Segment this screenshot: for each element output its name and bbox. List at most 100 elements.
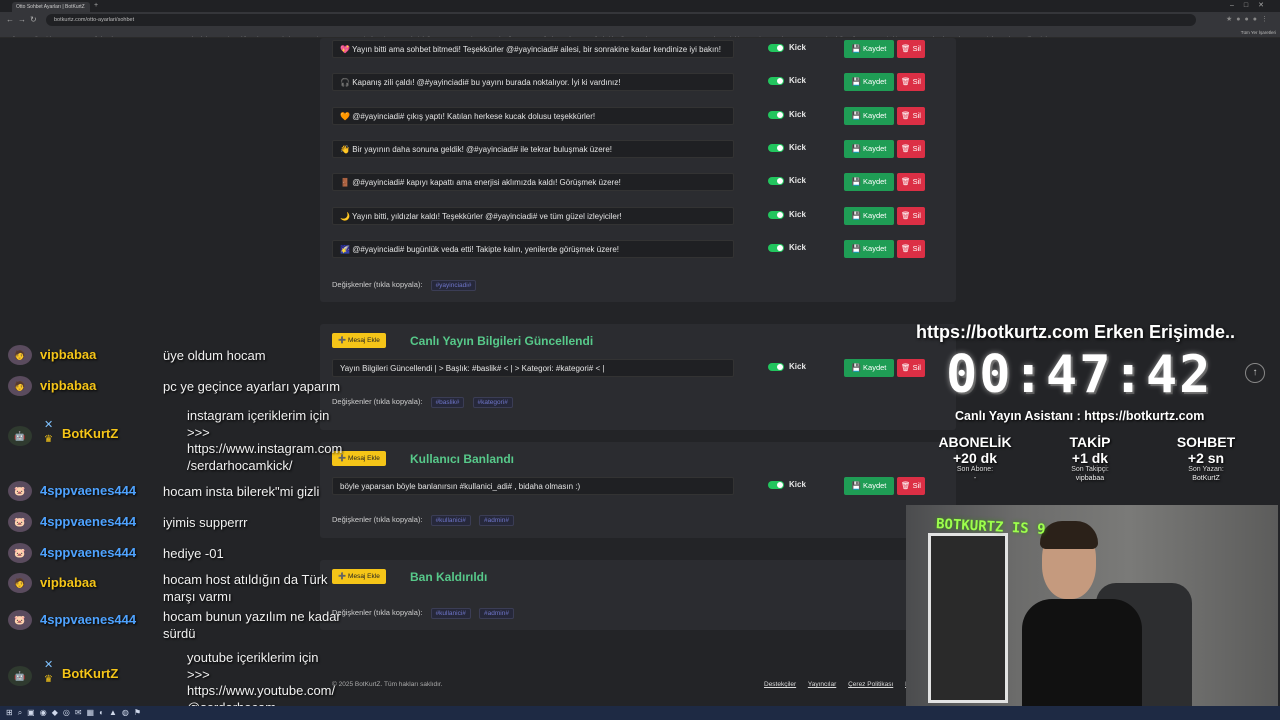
chat-username: 4sppvaenes444: [40, 514, 137, 529]
chat-text-line: https://www.instagram.com: [187, 441, 343, 456]
chat-text: iyimis supperrr: [163, 515, 248, 530]
crown-icon: ♛: [44, 434, 53, 445]
chat-text-line: hocam bunun yazılım ne kadar: [163, 609, 341, 624]
all-bookmarks[interactable]: Tüm Yer İşaretleri: [1241, 30, 1276, 35]
chat-username: vipbabaa: [40, 347, 97, 362]
kick-toggle[interactable]: [768, 44, 784, 52]
kick-label: Kick: [789, 43, 806, 52]
kick-label: Kick: [789, 110, 806, 119]
user-avatar: 🐷: [8, 543, 32, 563]
bot-badge-icon: ✕: [44, 419, 54, 431]
message-input[interactable]: 👋 Bir yayının daha sonuna geldik! @#yayi…: [332, 140, 734, 158]
kick-toggle[interactable]: [768, 481, 784, 489]
chat-text: instagram içeriklerim için >>> https://www…: [187, 408, 342, 474]
variable-chip[interactable]: #baslik#: [430, 397, 465, 408]
message-input[interactable]: Yayın Bilgileri Güncellendi | > Başlık: …: [332, 359, 734, 377]
stat-takip: TAKİP +1 dk Son Takipçi: vipbabaa: [1030, 434, 1150, 482]
save-button[interactable]: 💾 Kaydet: [844, 40, 894, 58]
message-text: Yayın bitti, yıldızlar kaldı! Teşekkürle…: [352, 212, 622, 221]
kick-toggle[interactable]: [768, 144, 784, 152]
scroll-to-top-icon[interactable]: ↑: [1245, 363, 1265, 383]
stat-sub: Son Takipçi:: [1071, 466, 1109, 473]
chat-text: hediye -01: [163, 546, 224, 561]
kick-toggle[interactable]: [768, 211, 784, 219]
chat-username: 4sppvaenes444: [40, 612, 137, 627]
kick-label: Kick: [789, 362, 806, 371]
variable-chip[interactable]: #admin#: [479, 515, 514, 526]
screen: Otto Sohbet Ayarları | BotKurtZ + –□✕ ← …: [0, 0, 1280, 720]
chat-text-line: /serdarhocamkick/: [187, 457, 293, 473]
chat-text: hocam insta bilerek"mi gizli: [163, 484, 320, 499]
variable-chip[interactable]: #yayinciadi#: [430, 280, 477, 291]
save-button[interactable]: 💾 Kaydet: [844, 240, 894, 258]
message-emoji: 🎧: [340, 78, 350, 87]
variable-chip[interactable]: #admin#: [479, 608, 514, 619]
kick-toggle[interactable]: [768, 244, 784, 252]
save-button[interactable]: 💾 Kaydet: [844, 359, 894, 377]
delete-button[interactable]: 🗑 Sil: [897, 240, 925, 258]
footer-links: Destekçiler Yayıncılar Çerez Politikası …: [764, 681, 919, 688]
delete-button[interactable]: 🗑 Sil: [897, 173, 925, 191]
message-input[interactable]: 🧡 @#yayinciadi# çıkış yaptı! Katılan her…: [332, 107, 734, 125]
delete-button[interactable]: 🗑 Sil: [897, 73, 925, 91]
webcam-feed: BOTKURTZ IS 9: [906, 505, 1278, 714]
chat-text-line: marşı varmı: [163, 589, 232, 604]
stat-value: +2 sn: [1187, 450, 1225, 466]
extension-icons[interactable]: ★●●●⋮: [1226, 15, 1272, 23]
chat-username: vipbabaa: [40, 575, 97, 590]
overlay-url-text: https://botkurtz.com Erken Erişimde..: [916, 322, 1236, 342]
webcam-person-hair: [1040, 521, 1098, 549]
variable-chip[interactable]: #kategori#: [472, 397, 513, 408]
save-button[interactable]: 💾 Kaydet: [844, 107, 894, 125]
delete-button[interactable]: 🗑 Sil: [897, 40, 925, 58]
message-row: 🎧 Kapanış zili çaldı! @#yayinciadi# bu y…: [332, 73, 944, 93]
delete-button[interactable]: 🗑 Sil: [897, 207, 925, 225]
message-row: 🧡 @#yayinciadi# çıkış yaptı! Katılan her…: [332, 107, 944, 127]
save-button[interactable]: 💾 Kaydet: [844, 73, 894, 91]
kick-toggle[interactable]: [768, 363, 784, 371]
kick-toggle[interactable]: [768, 111, 784, 119]
footer-link-destekciler[interactable]: Destekçiler: [764, 681, 796, 688]
save-button[interactable]: 💾 Kaydet: [844, 173, 894, 191]
variable-chip[interactable]: #kullanici#: [430, 515, 471, 526]
footer-link-yayincilar[interactable]: Yayıncılar: [808, 681, 836, 688]
kick-toggle[interactable]: [768, 177, 784, 185]
chat-text: üye oldum hocam: [163, 348, 266, 363]
save-button[interactable]: 💾 Kaydet: [844, 207, 894, 225]
back-icon[interactable]: ←: [6, 15, 14, 24]
section-title: Kullanıcı Banlandı: [410, 452, 515, 466]
footer-link-cerez[interactable]: Çerez Politikası: [848, 681, 893, 688]
message-text: @#yayinciadi# bugünlük veda etti! Takipt…: [352, 245, 619, 254]
save-button[interactable]: 💾 Kaydet: [844, 140, 894, 158]
kick-toggle[interactable]: [768, 77, 784, 85]
message-input[interactable]: 💖 Yayın bitti ama sohbet bitmedi! Teşekk…: [332, 40, 734, 58]
message-input[interactable]: 🌙 Yayın bitti, yıldızlar kaldı! Teşekkür…: [332, 207, 734, 225]
forward-icon[interactable]: →: [18, 15, 26, 24]
message-row: Yayın Bilgileri Güncellendi | > Başlık: …: [332, 359, 944, 379]
message-input[interactable]: böyle yaparsan böyle banlanırsın #kullan…: [332, 477, 734, 495]
delete-button[interactable]: 🗑 Sil: [897, 140, 925, 158]
message-input[interactable]: 🚪 @#yayinciadi# kapıyı kapattı ama enerj…: [332, 173, 734, 191]
stream-chat: 🧑 vipbabaa üye oldum hocam 🧑 vipbabaa pc ye g…: [0, 340, 380, 720]
message-text: Kapanış zili çaldı! @#yayinciadi# bu yay…: [352, 78, 621, 87]
taskbar-icons[interactable]: ⊞⌕▣◉◆◎✉▦◐▲◍⚑: [6, 708, 146, 718]
stream-timer: 00:47:42: [946, 345, 1213, 405]
message-input[interactable]: 🌠 @#yayinciadi# bugünlük veda etti! Taki…: [332, 240, 734, 258]
message-row: 👋 Bir yayının daha sonuna geldik! @#yayi…: [332, 140, 944, 160]
url-input[interactable]: botkurtz.com/otto-ayarlari/sohbet: [46, 14, 1196, 26]
message-input[interactable]: 🎧 Kapanış zili çaldı! @#yayinciadi# bu y…: [332, 73, 734, 91]
delete-button[interactable]: 🗑 Sil: [897, 359, 925, 377]
message-emoji: 🚪: [340, 178, 350, 187]
delete-button[interactable]: 🗑 Sil: [897, 107, 925, 125]
chat-username: BotKurtZ: [62, 426, 119, 441]
message-text: Bir yayının daha sonuna geldik! @#yayinc…: [352, 145, 613, 154]
chat-text-line: youtube içeriklerim için: [187, 650, 319, 665]
window-controls[interactable]: –□✕: [1230, 1, 1274, 9]
stat-who: vipbabaa: [1075, 475, 1105, 482]
browser-tab[interactable]: Otto Sohbet Ayarları | BotKurtZ: [12, 2, 90, 12]
variable-chip[interactable]: #kullanici#: [430, 608, 471, 619]
reload-icon[interactable]: ↻: [30, 15, 37, 24]
new-tab-icon[interactable]: +: [94, 2, 98, 9]
save-button[interactable]: 💾 Kaydet: [844, 477, 894, 495]
bot-avatar: 🤖: [8, 666, 32, 686]
